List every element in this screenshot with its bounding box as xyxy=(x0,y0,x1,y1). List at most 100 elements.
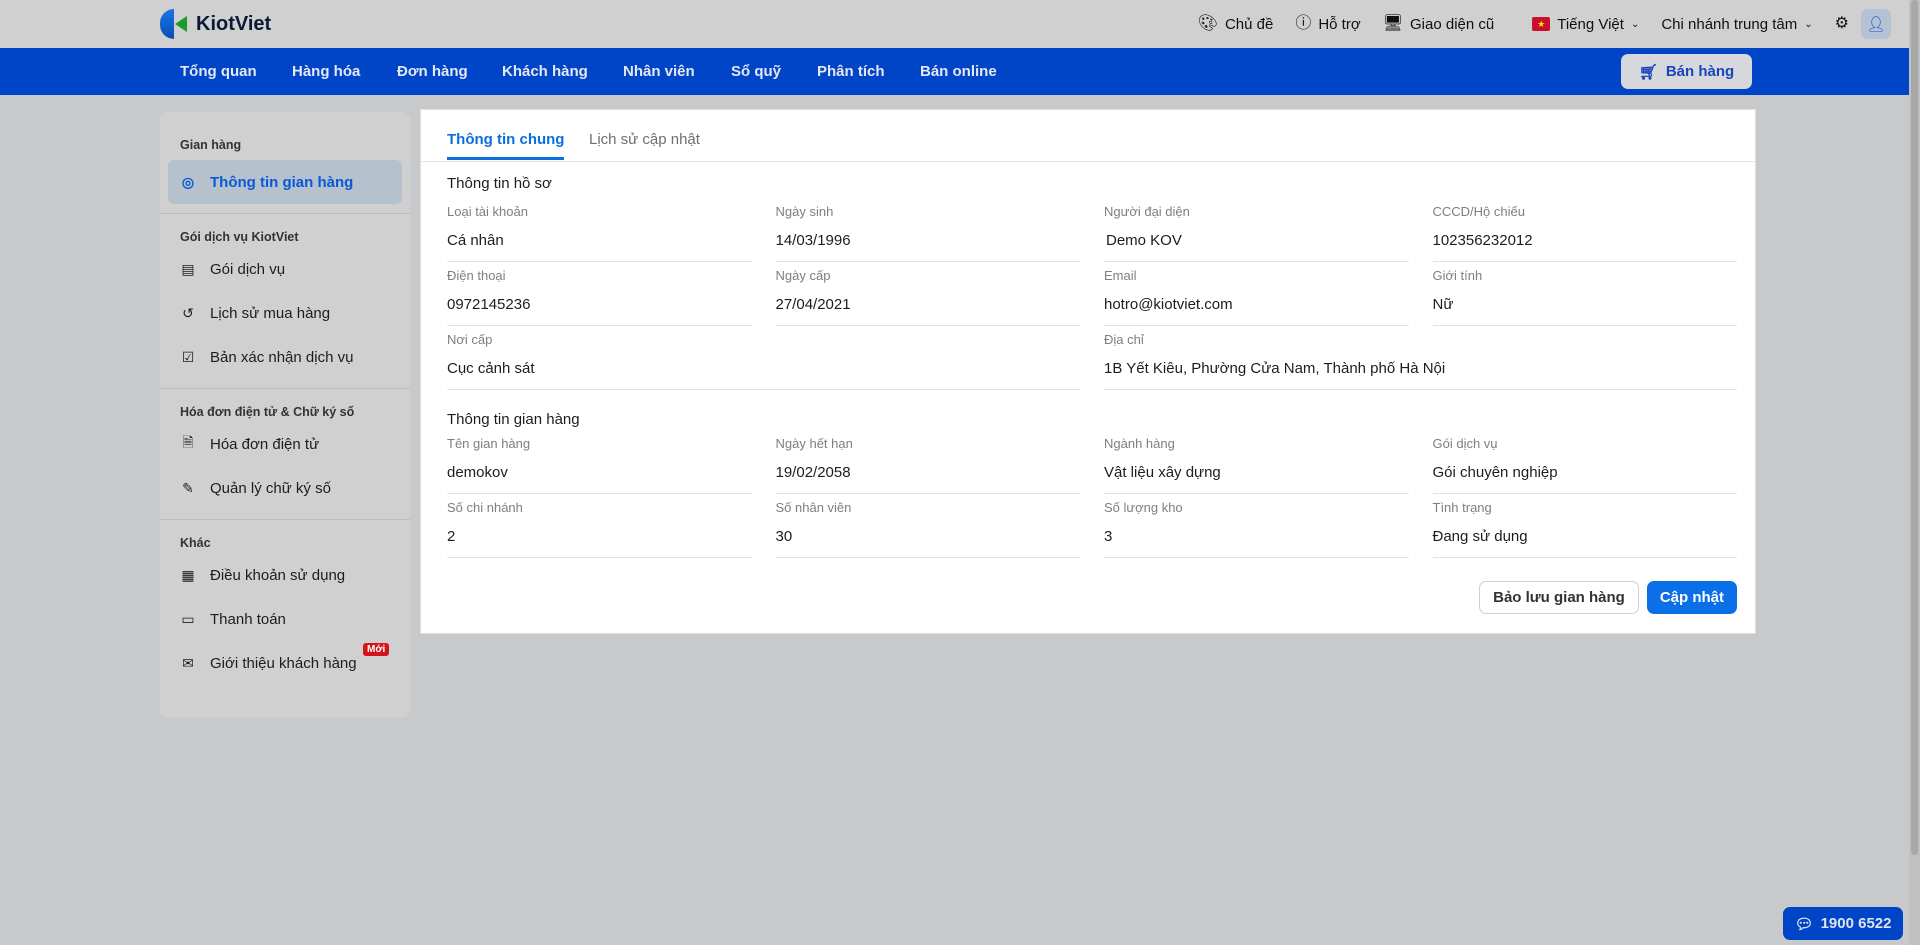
branch-label: Chi nhánh trung tâm xyxy=(1661,15,1798,33)
field-phone: Điện thoại 0972145236 xyxy=(447,262,752,326)
field-label: Email xyxy=(1104,268,1137,283)
theme-button[interactable]: 🎨︎ Chủ đề xyxy=(1198,16,1274,33)
field-birthday: Ngày sinh 14/03/1996 xyxy=(775,198,1080,262)
field-label: Ngày sinh xyxy=(775,204,834,219)
signature-icon: ✎ xyxy=(182,479,194,496)
tab-update-history[interactable]: Lịch sử cập nhật xyxy=(589,131,700,157)
field-value: Vật liệu xây dựng xyxy=(1104,464,1221,481)
sidebar-item-label: Giới thiệu khách hàng xyxy=(210,654,357,672)
support-icon: ⓘ xyxy=(1295,15,1312,32)
field-branch-count: Số chi nhánh 2 xyxy=(447,494,752,558)
sidebar-item-store-info[interactable]: ◎ Thông tin gian hàng xyxy=(168,160,402,204)
nav-orders[interactable]: Đơn hàng xyxy=(397,48,468,95)
mail-icon: ✉ xyxy=(182,654,194,671)
sidebar-item-digital-signature[interactable]: ✎ Quản lý chữ ký số xyxy=(168,466,402,510)
profile-section-title: Thông tin hồ sơ xyxy=(447,175,552,192)
terms-icon: ▦ xyxy=(181,566,195,583)
sell-button[interactable]: 🛒︎ Bán hàng xyxy=(1621,54,1752,89)
field-address: Địa chỉ 1B Yết Kiêu, Phường Cửa Nam, Thàn… xyxy=(1104,326,1737,390)
field-label: Người đại diện xyxy=(1104,204,1190,219)
sell-label: Bán hàng xyxy=(1665,63,1735,80)
field-email: Email hotro@kiotviet.com xyxy=(1104,262,1409,326)
sidebar-item-service-confirmation[interactable]: ☑ Bản xác nhận dịch vụ xyxy=(168,335,402,379)
sidebar-item-terms[interactable]: ▦ Điều khoản sử dụng xyxy=(168,553,402,597)
support-button[interactable]: ⓘ Hỗ trợ xyxy=(1295,16,1360,33)
field-value: hotro@kiotviet.com xyxy=(1104,296,1233,313)
doc-check-icon: ☑ xyxy=(181,348,195,365)
sidebar-item-label: Điều khoản sử dụng xyxy=(210,566,346,584)
field-label: Điện thoại xyxy=(447,268,506,283)
hotline-number: 1900 6522 xyxy=(1820,915,1892,932)
field-industry: Ngành hàng Vật liệu xây dựng xyxy=(1104,430,1409,494)
store-section-title: Thông tin gian hàng xyxy=(447,411,580,428)
field-status: Tình trạng Đang sử dụng xyxy=(1432,494,1737,558)
nav-online-sales[interactable]: Bán online xyxy=(920,48,997,95)
field-account-type: Loại tài khoản Cá nhân xyxy=(447,198,752,262)
nav-customers[interactable]: Khách hàng xyxy=(502,48,588,95)
field-label: Ngày cấp xyxy=(775,268,831,283)
sidebar: Gian hàng ◎ Thông tin gian hàng Gói dịch … xyxy=(160,112,410,718)
sidebar-item-label: Hóa đơn điện tử xyxy=(210,435,320,453)
language-label: Tiếng Việt xyxy=(1557,15,1624,33)
sidebar-item-e-invoice[interactable]: 🗎︎ Hóa đơn điện tử xyxy=(168,422,402,466)
chevron-down-icon: ⌄ xyxy=(1804,18,1813,30)
field-value: 19/02/2058 xyxy=(775,464,851,481)
sidebar-section-title: Khác xyxy=(180,536,211,550)
branch-select[interactable]: Chi nhánh trung tâm ⌄ xyxy=(1661,16,1812,33)
sidebar-item-label: Lịch sử mua hàng xyxy=(210,304,331,322)
hotline-button[interactable]: 💬︎ 1900 6522 xyxy=(1783,907,1903,940)
nav-overview[interactable]: Tổng quan xyxy=(180,48,257,95)
main-nav: Tổng quan Hàng hóa Đơn hàng Khách hàng N… xyxy=(0,48,1909,95)
settings-button[interactable]: ⚙ xyxy=(1835,16,1849,32)
brand-name: KiotViet xyxy=(196,12,272,35)
sidebar-item-referral[interactable]: ✉ Giới thiệu khách hàng Mới xyxy=(168,641,402,685)
field-store-name: Tên gian hàng demokov xyxy=(447,430,752,494)
field-warehouse-count: Số lượng kho 3 xyxy=(1104,494,1409,558)
field-label: Tình trạng xyxy=(1432,500,1492,515)
field-label: Ngành hàng xyxy=(1104,436,1175,451)
sidebar-section-title: Gian hàng xyxy=(180,138,242,152)
field-issue-place: Nơi cấp Cục cảnh sát xyxy=(447,326,1080,390)
field-label: Ngày hết hạn xyxy=(775,436,853,451)
nav-employees[interactable]: Nhân viên xyxy=(623,48,695,95)
scrollbar[interactable] xyxy=(1909,0,1920,945)
avatar[interactable]: 👤︎ xyxy=(1861,9,1891,39)
old-ui-button[interactable]: 🖥︎ Giao diện cũ xyxy=(1383,16,1495,33)
sidebar-item-service-package[interactable]: ▤ Gói dịch vụ xyxy=(168,247,402,291)
store-fields: Tên gian hàng demokov Ngày hết hạn 19/02/2… xyxy=(447,430,1737,558)
new-badge: Mới xyxy=(363,643,390,656)
field-label: Nơi cấp xyxy=(447,332,493,347)
theme-label: Chủ đề xyxy=(1224,15,1274,33)
chevron-down-icon: ⌄ xyxy=(1630,18,1640,30)
field-value: 30 xyxy=(775,528,793,545)
field-value: Cục cảnh sát xyxy=(447,360,535,377)
tab-general-info[interactable]: Thông tin chung xyxy=(447,131,565,160)
field-value: 3 xyxy=(1104,528,1113,545)
field-value: Đang sử dụng xyxy=(1432,528,1528,545)
nav-analytics[interactable]: Phân tích xyxy=(817,48,885,95)
field-employee-count: Số nhân viên 30 xyxy=(775,494,1080,558)
divider xyxy=(160,388,410,389)
field-value: demokov xyxy=(447,464,508,481)
nav-products[interactable]: Hàng hóa xyxy=(292,48,360,95)
palette-icon: 🎨︎ xyxy=(1197,15,1218,32)
field-label: Địa chỉ xyxy=(1104,332,1144,347)
kiotviet-logo-icon xyxy=(160,9,190,39)
logo[interactable]: KiotViet xyxy=(160,9,271,39)
sidebar-item-purchase-history[interactable]: ↺ Lịch sử mua hàng xyxy=(168,291,402,335)
field-value: Demo KOV xyxy=(1106,232,1182,249)
nav-cashbook[interactable]: Sổ quỹ xyxy=(731,48,781,95)
field-service-package: Gói dịch vụ Gói chuyên nghiệp xyxy=(1432,430,1737,494)
history-icon: ↺ xyxy=(182,304,194,321)
backup-store-button[interactable]: Bảo lưu gian hàng xyxy=(1479,581,1639,614)
vietnam-flag-icon: ★ xyxy=(1532,17,1551,31)
sidebar-item-payment[interactable]: ▭ Thanh toán xyxy=(168,597,402,641)
update-button[interactable]: Cập nhật xyxy=(1646,581,1737,614)
scrollbar-thumb[interactable] xyxy=(1911,0,1918,855)
field-value: Nữ xyxy=(1432,296,1454,313)
profile-fields: Loại tài khoản Cá nhân Ngày sinh 14/03/199… xyxy=(447,198,1737,390)
field-label: Loại tài khoản xyxy=(447,204,528,219)
monitor-icon: 🖥︎ xyxy=(1382,15,1403,32)
sidebar-item-label: Thông tin gian hàng xyxy=(210,173,354,191)
language-select[interactable]: ★ Tiếng Việt ⌄ xyxy=(1532,16,1639,33)
